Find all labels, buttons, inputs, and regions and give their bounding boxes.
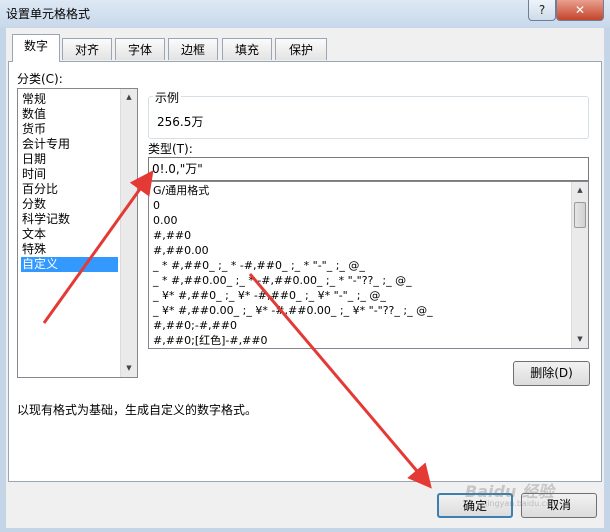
annotation-arrows bbox=[42, 170, 432, 489]
arrow-to-type-input bbox=[42, 170, 154, 324]
watermark-url: jingyan.baidu.com bbox=[485, 499, 559, 508]
arrow-to-ok-button bbox=[248, 273, 432, 489]
tab-number[interactable]: 数字 bbox=[12, 34, 60, 62]
